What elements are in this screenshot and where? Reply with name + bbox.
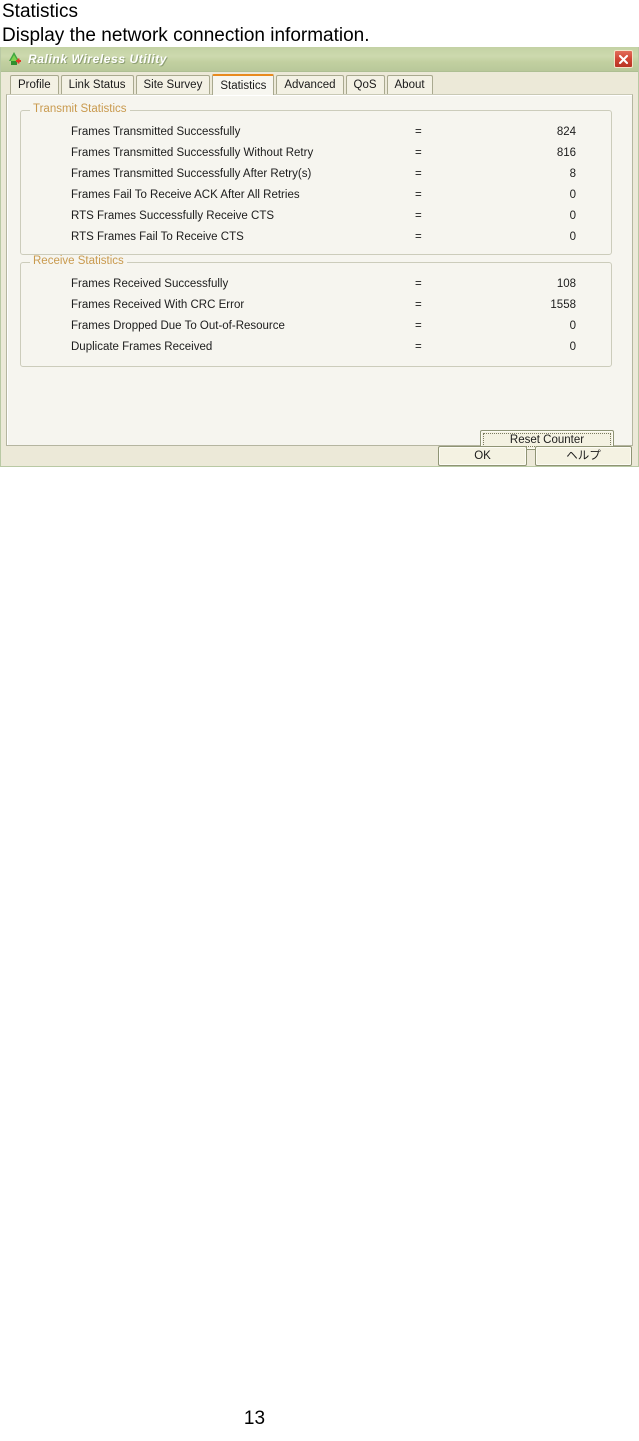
stat-value: 0 (569, 231, 576, 243)
table-row: Frames Transmitted Successfully Without … (21, 143, 611, 164)
ralink-logo-icon (5, 50, 23, 68)
stat-label: Frames Transmitted Successfully After Re… (71, 168, 312, 180)
stat-equals: = (415, 278, 422, 290)
tab-link-status[interactable]: Link Status (60, 75, 134, 94)
table-row: Frames Dropped Due To Out-of-Resource = … (21, 316, 611, 337)
stat-equals: = (415, 168, 422, 180)
ralink-wireless-utility-window: Ralink Wireless Utility Profile Link Sta… (0, 47, 639, 467)
page-title: Statistics (2, 1, 79, 22)
help-button[interactable]: ヘルプ (535, 446, 632, 466)
close-icon[interactable] (614, 50, 633, 68)
tab-statistics[interactable]: Statistics (212, 74, 275, 95)
dialog-footer: OK ヘルプ (1, 446, 638, 468)
stat-label: Duplicate Frames Received (71, 341, 213, 353)
statistics-panel: Transmit Statistics Frames Transmitted S… (6, 94, 633, 450)
table-row: Frames Fail To Receive ACK After All Ret… (21, 185, 611, 206)
stat-label: Frames Fail To Receive ACK After All Ret… (71, 189, 300, 201)
receive-statistics-rows: Frames Received Successfully = 108 Frame… (21, 263, 611, 358)
stat-label: Frames Dropped Due To Out-of-Resource (71, 320, 285, 332)
window-title: Ralink Wireless Utility (28, 52, 168, 66)
table-row: RTS Frames Successfully Receive CTS = 0 (21, 206, 611, 227)
tab-advanced[interactable]: Advanced (276, 75, 344, 94)
table-row: Frames Received Successfully = 108 (21, 274, 611, 295)
stat-equals: = (415, 231, 422, 243)
transmit-statistics-rows: Frames Transmitted Successfully = 824 Fr… (21, 111, 611, 248)
stat-label: RTS Frames Fail To Receive CTS (71, 231, 244, 243)
stat-equals: = (415, 210, 422, 222)
stat-value: 0 (569, 320, 576, 332)
receive-statistics-legend: Receive Statistics (30, 255, 127, 267)
stat-value: 0 (569, 210, 576, 222)
tab-profile[interactable]: Profile (10, 75, 59, 94)
transmit-statistics-group: Transmit Statistics Frames Transmitted S… (20, 103, 612, 255)
stat-equals: = (415, 299, 422, 311)
page-description: Display the network connection informati… (2, 25, 370, 46)
stat-label: RTS Frames Successfully Receive CTS (71, 210, 275, 222)
stat-label: Frames Transmitted Successfully (71, 126, 241, 138)
stat-equals: = (415, 126, 422, 138)
tab-qos[interactable]: QoS (345, 75, 385, 94)
stat-equals: = (415, 147, 422, 159)
stat-equals: = (415, 341, 422, 353)
stat-equals: = (415, 320, 422, 332)
stat-value: 8 (569, 168, 576, 180)
tab-about[interactable]: About (386, 75, 433, 94)
tab-strip: Profile Link Status Site Survey Statisti… (1, 72, 638, 95)
stat-label: Frames Transmitted Successfully Without … (71, 147, 314, 159)
stat-value: 1558 (550, 299, 576, 311)
table-row: Duplicate Frames Received = 0 (21, 337, 611, 358)
stat-label: Frames Received Successfully (71, 278, 229, 290)
stat-value: 0 (569, 341, 576, 353)
ok-button[interactable]: OK (438, 446, 527, 466)
window-titlebar: Ralink Wireless Utility (1, 47, 638, 72)
table-row: RTS Frames Fail To Receive CTS = 0 (21, 227, 611, 248)
transmit-statistics-legend: Transmit Statistics (30, 103, 130, 115)
receive-statistics-group: Receive Statistics Frames Received Succe… (20, 255, 612, 367)
stat-value: 0 (569, 189, 576, 201)
document-heading-block: Statistics Display the network connectio… (2, 0, 637, 48)
stat-value: 816 (556, 147, 576, 159)
stat-value: 108 (556, 278, 576, 290)
stat-label: Frames Received With CRC Error (71, 299, 245, 311)
table-row: Frames Transmitted Successfully = 824 (21, 122, 611, 143)
table-row: Frames Received With CRC Error = 1558 (21, 295, 611, 316)
page-number: 13 (243, 1408, 266, 1429)
stat-equals: = (415, 189, 422, 201)
stat-value: 824 (556, 126, 576, 138)
tab-site-survey[interactable]: Site Survey (135, 75, 211, 94)
table-row: Frames Transmitted Successfully After Re… (21, 164, 611, 185)
